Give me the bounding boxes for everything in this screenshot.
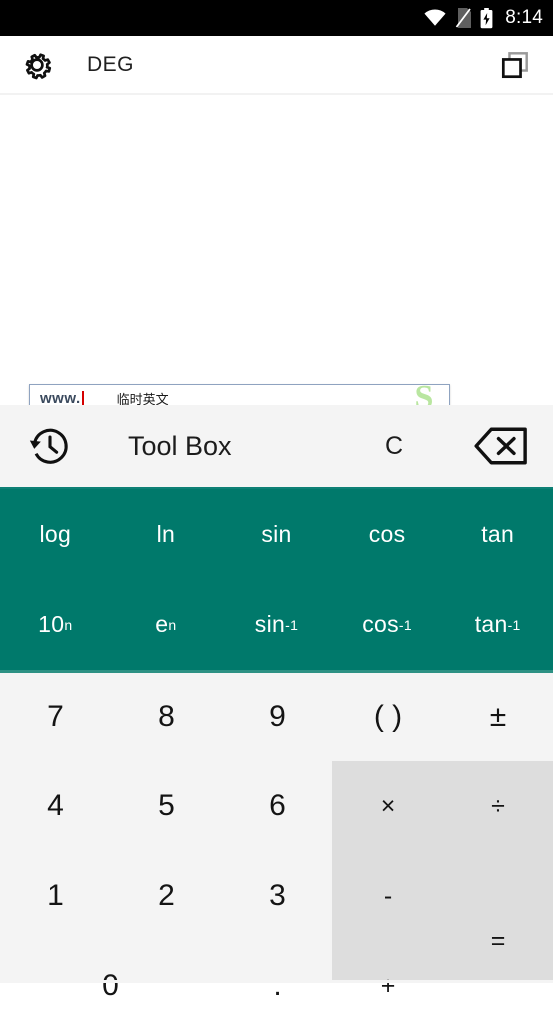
sci-key-acos[interactable]: cos -1	[332, 580, 443, 671]
sci-label: ln	[156, 520, 176, 547]
key-decimal[interactable]: .	[222, 941, 333, 1031]
tool-box-title[interactable]: Tool Box	[100, 431, 339, 462]
status-bar: 8:14	[0, 0, 553, 36]
tool-row: Tool Box C	[0, 405, 553, 489]
sci-label: log	[39, 520, 72, 547]
status-clock: 8:14	[505, 7, 543, 28]
gear-icon[interactable]	[18, 46, 56, 84]
sci-label: tan	[474, 611, 508, 638]
sci-label: 10	[38, 611, 65, 638]
key-minus[interactable]: -	[333, 851, 443, 941]
key-9[interactable]: 9	[222, 673, 333, 761]
sci-row-2: 10 n en sin -1 cos -1 tan -1	[0, 580, 553, 671]
sci-key-sin[interactable]: sin	[221, 489, 332, 580]
history-clock-icon[interactable]	[0, 424, 100, 468]
key-parentheses[interactable]: ( )	[333, 673, 443, 761]
backspace-icon[interactable]	[449, 427, 553, 465]
number-keypad: 7 8 9 ( ) ± 4 5 6 × ÷ 1 2 3 - = 0 . +	[0, 673, 553, 1002]
scientific-keypad: log ln sin cos tan 10 n en sin -1 cos -1 ta…	[0, 489, 553, 670]
sci-key-atan[interactable]: tan -1	[442, 580, 553, 671]
sci-label: sin	[261, 520, 292, 547]
key-0[interactable]: 0	[55, 941, 166, 1031]
sci-key-cos[interactable]: cos	[332, 489, 443, 580]
sci-key-ln[interactable]: ln	[111, 489, 222, 580]
app-bar: DEG	[0, 36, 553, 93]
key-divide[interactable]: ÷	[443, 761, 553, 851]
key-7[interactable]: 7	[0, 673, 111, 761]
key-plus-minus[interactable]: ±	[443, 673, 553, 761]
angle-mode-label[interactable]: DEG	[87, 53, 134, 77]
key-3[interactable]: 3	[222, 851, 333, 941]
clear-button[interactable]: C	[339, 432, 449, 461]
expression-display[interactable]: www. 临时英文 1.www.j9p.com 2.www.baidu.com …	[0, 95, 553, 438]
key-equals[interactable]: =	[443, 851, 553, 1031]
app-screen: 8:14 DEG www. 临时英文 S Tool Box C log ln s…	[0, 0, 553, 1002]
battery-charging-icon	[480, 7, 493, 29]
sci-label: tan	[481, 520, 515, 547]
key-6[interactable]: 6	[222, 761, 333, 851]
sci-label: cos	[368, 520, 406, 547]
key-4[interactable]: 4	[0, 761, 111, 851]
sci-key-ten-pow-n[interactable]: 10 n	[0, 580, 111, 671]
sci-label: cos	[362, 611, 399, 638]
multi-window-icon[interactable]	[495, 45, 535, 85]
sci-key-tan[interactable]: tan	[442, 489, 553, 580]
wifi-icon	[424, 9, 446, 27]
key-multiply[interactable]: ×	[333, 761, 443, 851]
ime-composing-text: www.	[40, 389, 81, 407]
sci-label: e	[155, 611, 169, 638]
key-8[interactable]: 8	[111, 673, 222, 761]
sci-label: sin	[254, 611, 286, 638]
sci-key-asin[interactable]: sin -1	[221, 580, 332, 671]
key-plus[interactable]: +	[333, 941, 443, 1031]
key-1[interactable]: 1	[0, 851, 111, 941]
no-sim-icon	[455, 8, 472, 28]
sci-row-1: log ln sin cos tan	[0, 489, 553, 580]
sci-key-log[interactable]: log	[0, 489, 111, 580]
key-2[interactable]: 2	[111, 851, 222, 941]
ime-caret	[81, 390, 84, 406]
key-5[interactable]: 5	[111, 761, 222, 851]
sci-key-e-pow-n[interactable]: en	[111, 580, 222, 671]
